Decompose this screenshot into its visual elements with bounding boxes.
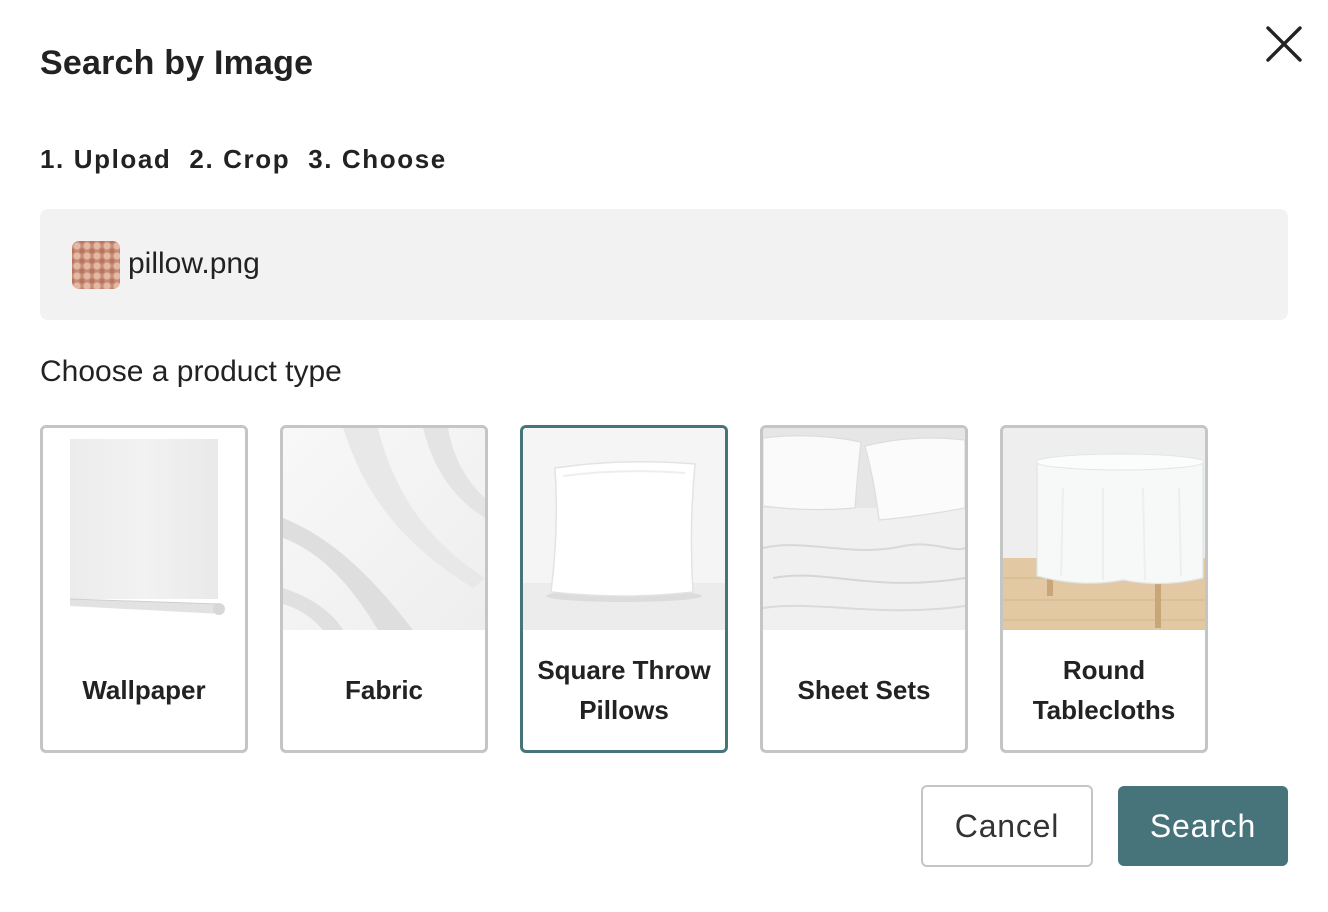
wallpaper-roll-image: [43, 428, 245, 630]
product-label-square-throw-pillows: Square Throw Pillows: [537, 655, 711, 725]
product-card-square-throw-pillows[interactable]: Square Throw Pillows: [520, 425, 728, 753]
product-label-round-tablecloths: Round Tablecloths: [1032, 655, 1176, 725]
product-type-heading: Choose a product type: [40, 355, 342, 388]
step-choose: 3. Choose: [308, 144, 447, 174]
step-indicator: 1. Upload 2. Crop 3. Choose: [40, 144, 447, 175]
round-table-image: [1003, 428, 1205, 630]
product-type-options: Wallpaper Fabric Square Throw Pillows Sh…: [40, 425, 1208, 753]
fabric-drape-image: [283, 428, 485, 630]
step-crop: 2. Crop: [189, 144, 291, 174]
bed-sheets-image: [763, 428, 965, 630]
product-label-sheet-sets: Sheet Sets: [797, 675, 931, 705]
product-label-wallpaper: Wallpaper: [82, 675, 206, 705]
pillow-thumbnail: [72, 241, 120, 289]
search-button[interactable]: Search: [1118, 786, 1288, 866]
product-card-round-tablecloths[interactable]: Round Tablecloths: [1000, 425, 1208, 753]
product-card-fabric[interactable]: Fabric: [280, 425, 488, 753]
product-label-fabric: Fabric: [344, 675, 424, 705]
step-upload: 1. Upload: [40, 144, 172, 174]
close-icon[interactable]: [1262, 22, 1306, 66]
square-pillow-image: [523, 428, 725, 630]
uploaded-filename: pillow.png: [128, 247, 260, 280]
dialog-title: Search by Image: [40, 44, 314, 82]
cancel-button[interactable]: Cancel: [921, 785, 1093, 867]
product-card-sheet-sets[interactable]: Sheet Sets: [760, 425, 968, 753]
product-card-wallpaper[interactable]: Wallpaper: [40, 425, 248, 753]
search-by-image-dialog: Search by Image 1. Upload 2. Crop 3. Cho…: [0, 0, 1328, 912]
uploaded-file-panel: pillow.png: [40, 209, 1288, 320]
